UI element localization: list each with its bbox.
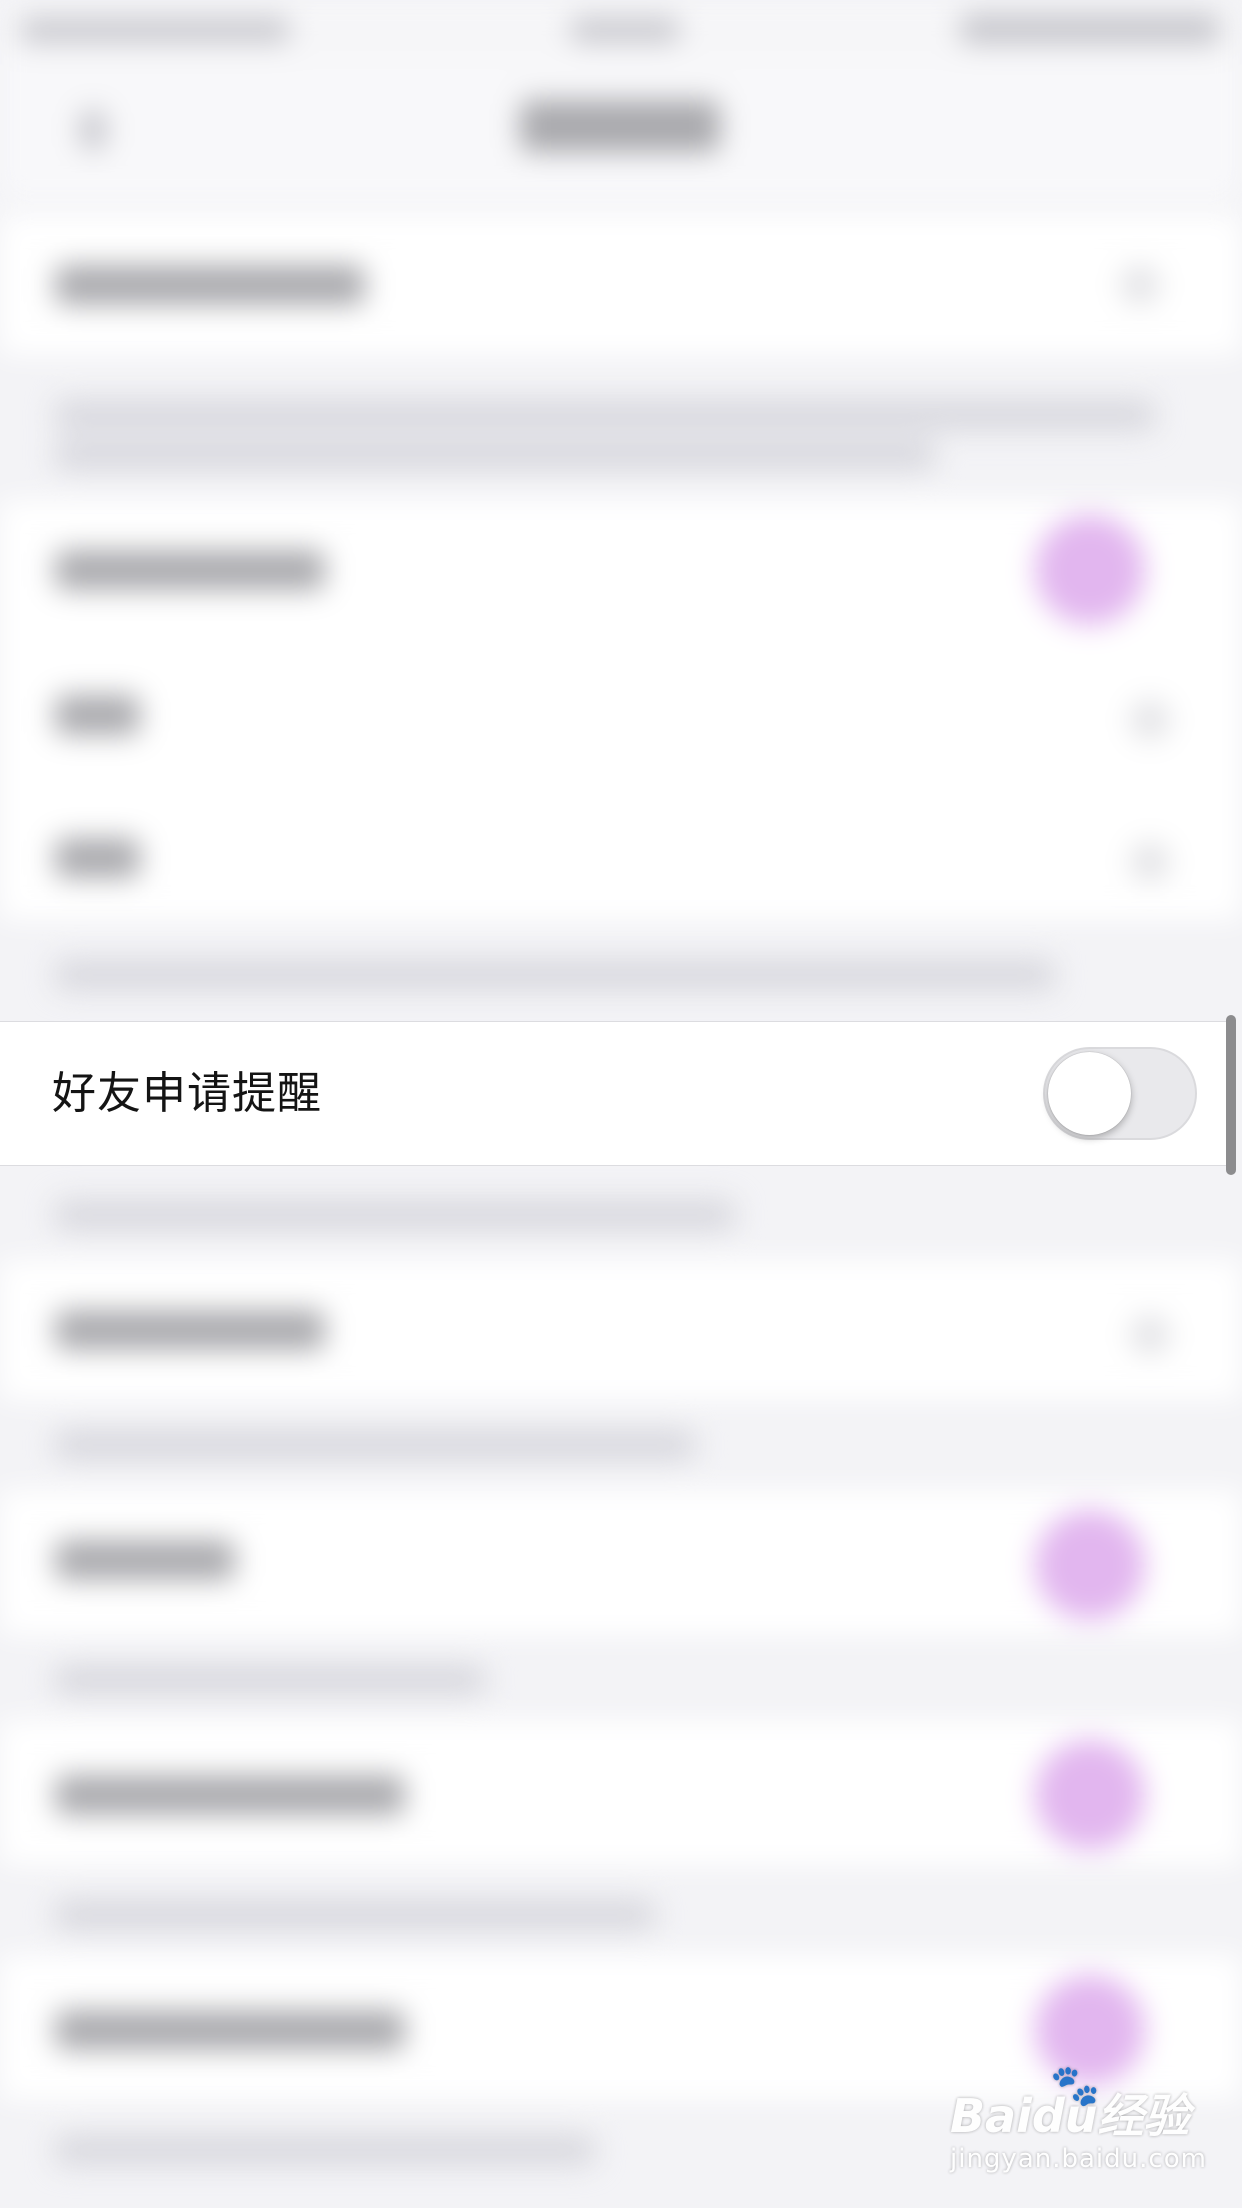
status-bar-carrier	[20, 18, 290, 42]
friend-request-reminder-row[interactable]: 好友申请提醒	[0, 1021, 1226, 1166]
page-title	[520, 100, 720, 152]
section-footer	[55, 440, 935, 470]
toggle-switch[interactable]	[1035, 1740, 1145, 1850]
row-label	[55, 1310, 325, 1350]
scroll-indicator[interactable]	[1226, 1015, 1236, 1175]
row-label	[55, 1775, 405, 1815]
back-icon[interactable]	[80, 110, 106, 150]
chevron-right-icon	[1130, 1315, 1170, 1355]
row-label	[55, 2010, 405, 2050]
watermark-url: jingyan.baidu.com	[950, 2144, 1207, 2174]
row-label	[55, 550, 325, 590]
chevron-right-icon	[1130, 700, 1170, 740]
status-bar-time	[570, 18, 680, 42]
toggle-switch[interactable]	[1035, 515, 1145, 625]
section-footer	[55, 1200, 735, 1230]
friend-request-reminder-toggle[interactable]	[1043, 1047, 1197, 1140]
row-label	[55, 838, 140, 878]
row-label	[55, 695, 140, 735]
section-footer	[55, 1900, 655, 1930]
toggle-knob	[1048, 1052, 1131, 1135]
friend-request-reminder-label: 好友申请提醒	[52, 1068, 322, 1119]
section-footer	[55, 400, 1155, 430]
chevron-right-icon	[1130, 842, 1170, 882]
status-bar-battery	[960, 14, 1220, 44]
row-label	[55, 1540, 235, 1580]
toggle-switch[interactable]	[1035, 1510, 1145, 1620]
watermark: 🐾 Baidu经验 jingyan.baidu.com	[950, 2063, 1230, 2190]
section-footer	[55, 1665, 485, 1695]
chevron-right-icon	[1120, 265, 1160, 305]
watermark-logo: Baidu经验	[950, 2089, 1190, 2143]
section-footer	[55, 2135, 595, 2165]
section-footer	[55, 960, 1055, 990]
row-label	[55, 265, 365, 305]
section-footer	[55, 1430, 695, 1460]
